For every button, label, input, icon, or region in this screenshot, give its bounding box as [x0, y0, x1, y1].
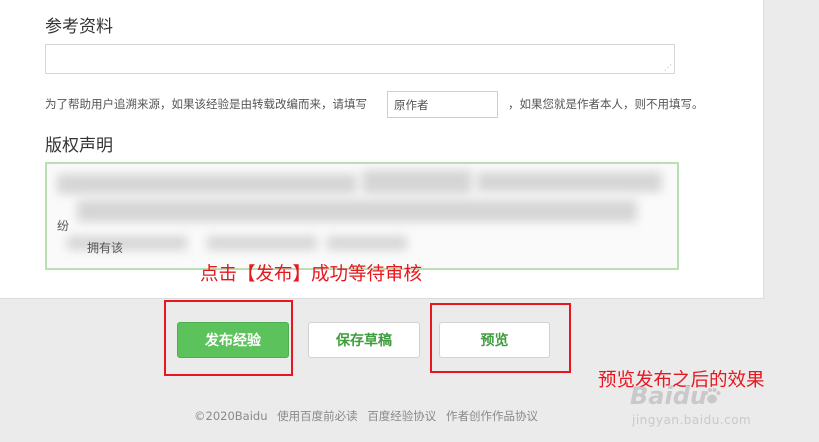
- blurred-text-block: [362, 170, 472, 194]
- preview-button[interactable]: 预览: [439, 322, 550, 358]
- save-draft-button[interactable]: 保存草稿: [308, 322, 420, 358]
- reference-hint-before: 为了帮助用户追溯来源，如果该经验是由转载改编而来，请填写: [45, 97, 367, 111]
- footer-link-author-agreement[interactable]: 作者创作作品协议: [446, 409, 538, 423]
- baidu-watermark: Baidu jingyan.baidu.com: [620, 380, 790, 432]
- blurred-text-block: [327, 236, 407, 250]
- resize-grip-icon[interactable]: ⋰: [664, 64, 672, 72]
- baidu-paw-icon: [704, 388, 721, 404]
- watermark-logo: Baidu: [630, 382, 707, 410]
- editor-card: 参考资料 ⋰ 为了帮助用户追溯来源，如果该经验是由转载改编而来，请填写 ，如果您…: [0, 0, 764, 299]
- blurred-text-block: [207, 236, 317, 250]
- blurred-text-block: [477, 172, 662, 192]
- watermark-url: jingyan.baidu.com: [632, 413, 752, 427]
- reference-textarea[interactable]: ⋰: [45, 44, 675, 74]
- blurred-text-block: [77, 200, 637, 222]
- copyright-textarea[interactable]: 纷 拥有该: [45, 162, 679, 270]
- footer: ©2020Baidu 使用百度前必读 百度经验协议 作者创作作品协议: [194, 408, 544, 424]
- publish-annotation: 点击【发布】成功等待审核: [200, 264, 423, 285]
- footer-link-agreement[interactable]: 百度经验协议: [367, 409, 436, 423]
- footer-copyright: ©2020Baidu: [194, 409, 268, 423]
- reference-hint-after: ，如果您就是作者本人，则不用填写。: [508, 97, 704, 111]
- original-author-input[interactable]: [387, 91, 498, 118]
- blurred-text-block: [67, 236, 187, 250]
- publish-button[interactable]: 发布经验: [177, 322, 289, 358]
- reference-title: 参考资料: [45, 17, 113, 37]
- copyright-title: 版权声明: [45, 136, 113, 156]
- copyright-fragment: 纷: [57, 219, 70, 233]
- footer-link-must-read[interactable]: 使用百度前必读: [277, 409, 358, 423]
- blurred-text-block: [57, 174, 357, 194]
- copyright-fragment: 拥有该: [87, 241, 124, 255]
